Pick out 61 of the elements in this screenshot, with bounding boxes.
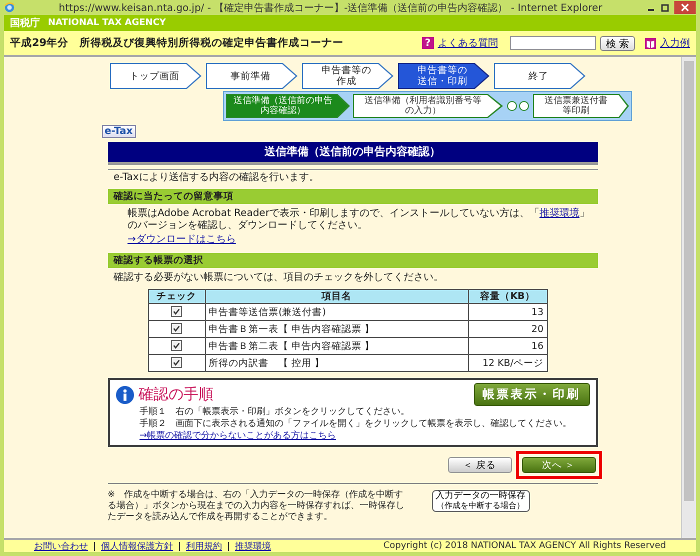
- progress-step: 申告書等の 作成: [302, 63, 394, 89]
- progress-step: トップ画面: [110, 63, 202, 89]
- note-text: ※ 作成を中断する場合は、右の「入力データの一時保存（作成を中断する場合）」ボタンから現在までの入力内容を一時保存すれば、一時保存したデータを読み込んで作成を再開することができます。: [108, 490, 406, 523]
- environment-link[interactable]: 推奨環境: [539, 208, 580, 219]
- selection-text: 確認する必要がない帳票については、項目のチェックを外してください。: [112, 270, 444, 285]
- column-header: 容量（KB）: [468, 290, 547, 304]
- copyright-text: Copyright (c) 2018 NATIONAL TAX AGENCY All Rights Reserved: [383, 541, 666, 551]
- procedure-step: 手順２ 画面下に表示される通知の「ファイルを開く」をクリックして帳票を表示し、確認してください。: [116, 418, 590, 430]
- checkbox[interactable]: [171, 357, 182, 368]
- book-icon[interactable]: [645, 38, 656, 48]
- intro-text: e-Taxにより送信する内容の確認を行います。: [108, 169, 598, 186]
- page-title: 送信準備（送信前の申告内容確認）: [108, 142, 598, 165]
- table-cell: 申告書Ｂ第二表【 申告内容確認票 】: [205, 338, 468, 354]
- save-button[interactable]: 入力データの一時保存 （作成を中断する場合）: [432, 490, 530, 512]
- maximize-icon[interactable]: [660, 2, 670, 12]
- ellipsis-icon: [506, 100, 530, 112]
- checkbox[interactable]: [171, 306, 182, 318]
- substep: 送信準備（利用者識別番号等 の入力）: [353, 94, 503, 118]
- progress-step: 事前準備: [206, 63, 298, 89]
- print-button[interactable]: 帳票表示・印刷: [474, 383, 590, 406]
- close-icon[interactable]: [674, 1, 696, 14]
- table-cell: 申告書等送信票(兼送付書): [205, 304, 468, 320]
- section-heading: 確認に当たっての留意事項: [108, 189, 598, 204]
- table-cell: 所得の内訳書 【 控用 】: [205, 354, 468, 372]
- footer-link[interactable]: 推奨環境: [235, 540, 271, 552]
- agency-name: NATIONAL TAX AGENCY: [48, 18, 166, 28]
- search-field[interactable]: [510, 36, 596, 50]
- column-header: チェック: [148, 290, 205, 304]
- search-button[interactable]: 検 索: [600, 36, 635, 50]
- example-link[interactable]: 入力例: [660, 36, 690, 50]
- progress-step: 終了: [494, 63, 586, 89]
- browser-icon: [4, 2, 15, 13]
- help-icon[interactable]: ?: [422, 37, 434, 49]
- back-button[interactable]: ＜ 戻る: [448, 457, 512, 473]
- column-header: 項目名: [205, 290, 468, 304]
- page-header-title: 平成29年分 所得税及び復興特別所得税の確定申告書作成コーナー: [10, 36, 344, 50]
- substep: 送信票兼送付書 等印刷: [533, 94, 629, 118]
- etax-badge: e-Tax: [102, 125, 136, 138]
- next-button[interactable]: 次へ ＞: [522, 457, 596, 473]
- checkbox[interactable]: [171, 340, 182, 352]
- table-cell: 16: [468, 338, 547, 354]
- info-icon: [116, 386, 134, 404]
- checkbox[interactable]: [171, 323, 182, 334]
- table-cell: 申告書Ｂ第一表【 申告内容確認票 】: [205, 320, 468, 338]
- table-cell: 12 KB/ページ: [468, 354, 547, 372]
- table-cell: 20: [468, 320, 547, 338]
- footer-link[interactable]: お問い合わせ: [34, 540, 88, 552]
- scrollbar[interactable]: [681, 57, 696, 538]
- help-link[interactable]: →帳票の確認で分からないことがある方はこちら: [116, 430, 590, 442]
- faq-link[interactable]: よくある質問: [438, 36, 498, 50]
- footer-link[interactable]: 個人情報保護方針: [101, 540, 173, 552]
- table-cell: 13: [468, 304, 547, 320]
- download-link[interactable]: →ダウンロードはこちら: [128, 234, 236, 246]
- notice-text: 帳票はAdobe Acrobat Readerで表示・印刷しますので、インストールしていない方は、「推奨環境」のバージョンを確認し、ダウンロードしてください。: [126, 206, 590, 233]
- section-heading: 確認する帳票の選択: [108, 253, 598, 268]
- progress-step: 申告書等の 送信・印刷: [398, 63, 490, 89]
- procedure-title: 確認の手順: [138, 385, 214, 404]
- substep: 送信準備（送信前の申告 内容確認）: [226, 94, 350, 118]
- window-title: https://www.keisan.nta.go.jp/ - 【確定申告書作成コーナー】-送信準備（送信前の申告内容確認） - Internet Explorer: [58, 2, 604, 14]
- footer-link[interactable]: 利用規約: [186, 540, 222, 552]
- procedure-step: 手順１ 右の「帳票表示・印刷」ボタンをクリックしてください。: [116, 406, 590, 418]
